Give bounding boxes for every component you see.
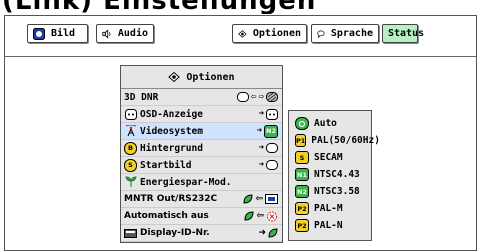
monitor-icon: [265, 194, 278, 204]
speech-bubble-icon: [317, 30, 325, 38]
options-icon: [168, 71, 181, 83]
tab-status[interactable]: Status: [382, 24, 424, 43]
picture-icon: [33, 27, 45, 40]
submenu-item-label: NTSC4.43: [314, 169, 360, 180]
menu-item-mntr-out[interactable]: MNTR Out/RS232C ⇦: [121, 191, 282, 208]
arrow-right-icon: ➜: [258, 160, 264, 170]
antenna-icon: [124, 125, 137, 137]
submenu-item-label: PAL-M: [314, 203, 343, 214]
menu-item-label: Hintergrund: [140, 142, 203, 154]
display-id-icon: [124, 227, 137, 239]
submenu-item-pal[interactable]: P1 PAL(50/60Hz): [289, 132, 380, 149]
menu-item-videosystem[interactable]: Videosystem ➜ N2: [121, 123, 282, 140]
tab-bild-label: Bild: [51, 28, 76, 39]
submenu-item-pal-n[interactable]: P2 PAL-N: [289, 217, 371, 234]
arrow-left-icon: ⇦: [256, 211, 264, 221]
menu-title: Optionen: [121, 66, 282, 89]
submenu-item-label: NTSC3.58: [314, 186, 360, 197]
p1-badge-icon: P1: [295, 134, 307, 147]
power-off-icon: [267, 211, 277, 221]
menu-item-startbild[interactable]: S Startbild ➜: [121, 157, 282, 174]
s-badge-icon: S: [295, 151, 309, 164]
leaf-icon: [268, 228, 278, 238]
submenu-item-auto[interactable]: Auto: [289, 115, 371, 132]
blank-screen-icon: [266, 160, 278, 170]
osd-icon: [266, 108, 278, 120]
toggle-off-icon: [237, 92, 250, 102]
page-heading-text: (Link) Einstellungen: [2, 0, 316, 14]
leaf-icon: [243, 194, 253, 204]
videosystem-submenu: Auto P1 PAL(50/60Hz) S SECAM N1 NTSC4.43…: [288, 110, 380, 241]
options-menu: Optionen 3D DNR ⇦ ⇨ OSD-Anzeige ➜ Videos…: [120, 65, 283, 243]
submenu-item-label: Auto: [314, 118, 337, 129]
speaker-icon: [102, 28, 111, 39]
tab-sprache-label: Sprache: [330, 28, 373, 39]
tab-sprache[interactable]: Sprache: [311, 24, 379, 43]
menu-item-energiespar[interactable]: Energiespar-Mod.: [121, 174, 282, 191]
tab-divider: [4, 56, 476, 57]
menu-item-osd-anzeige[interactable]: OSD-Anzeige ➜: [121, 106, 282, 123]
arrow-right-icon: ➜: [258, 109, 264, 119]
menu-item-hintergrund[interactable]: B Hintergrund ➜: [121, 140, 282, 157]
tab-optionen-label: Optionen: [252, 28, 301, 39]
menu-title-label: Optionen: [186, 71, 235, 83]
n2-badge-icon: N2: [295, 185, 309, 198]
leaf-icon: [244, 211, 254, 221]
osd-icon: [124, 108, 137, 120]
submenu-item-label: PAL-N: [314, 220, 343, 231]
menu-item-label: OSD-Anzeige: [140, 108, 203, 120]
p2-badge-icon: P2: [295, 219, 309, 232]
startbild-badge-icon: S: [124, 158, 137, 172]
arrow-left-icon: ⇦: [255, 194, 263, 204]
arrow-right-icon: ⇨: [258, 92, 264, 102]
tab-status-label: Status: [388, 28, 425, 39]
menu-item-label: Videosystem: [140, 125, 203, 137]
menu-item-3d-dnr[interactable]: 3D DNR ⇦ ⇨: [121, 89, 282, 106]
menu-item-label: Display-ID-Nr.: [140, 228, 210, 238]
background-badge-icon: B: [124, 141, 137, 155]
menu-item-label: Automatisch aus: [124, 211, 209, 221]
arrow-right-icon: ➜: [258, 228, 266, 238]
menu-item-label: 3D DNR: [124, 91, 159, 103]
tab-audio-label: Audio: [117, 28, 148, 39]
submenu-item-label: PAL(50/60Hz): [311, 135, 380, 146]
submenu-item-secam[interactable]: S SECAM: [289, 149, 371, 166]
n1-badge-icon: N1: [295, 168, 309, 181]
leaf-icon: [124, 176, 137, 188]
menu-item-label: Energiespar-Mod.: [140, 176, 232, 188]
arrow-right-icon: ➜: [256, 126, 262, 136]
page-heading: (Link) Einstellungen: [0, 0, 480, 14]
tab-audio[interactable]: Audio: [96, 24, 154, 43]
menu-item-label: MNTR Out/RS232C: [124, 194, 218, 204]
videosystem-value-badge: N2: [264, 124, 278, 138]
arrow-right-icon: ➜: [258, 143, 264, 153]
auto-badge-icon: [295, 117, 309, 130]
menu-item-automatisch-aus[interactable]: Automatisch aus ⇦: [121, 208, 282, 225]
submenu-item-label: SECAM: [314, 152, 343, 163]
options-icon: [238, 29, 247, 38]
submenu-item-pal-m[interactable]: P2 PAL-M: [289, 200, 371, 217]
tab-bild[interactable]: Bild: [27, 24, 88, 43]
menu-item-display-id[interactable]: Display-ID-Nr. ➜: [121, 225, 282, 242]
arrow-left-icon: ⇦: [251, 92, 257, 102]
p2-badge-icon: P2: [295, 202, 309, 215]
menu-item-label: Startbild: [140, 159, 192, 171]
noise-filter-icon: [266, 92, 278, 102]
submenu-item-ntsc358[interactable]: N2 NTSC3.58: [289, 183, 371, 200]
tab-optionen[interactable]: Optionen: [232, 24, 307, 43]
submenu-item-ntsc443[interactable]: N1 NTSC4.43: [289, 166, 371, 183]
blank-screen-icon: [266, 143, 278, 153]
